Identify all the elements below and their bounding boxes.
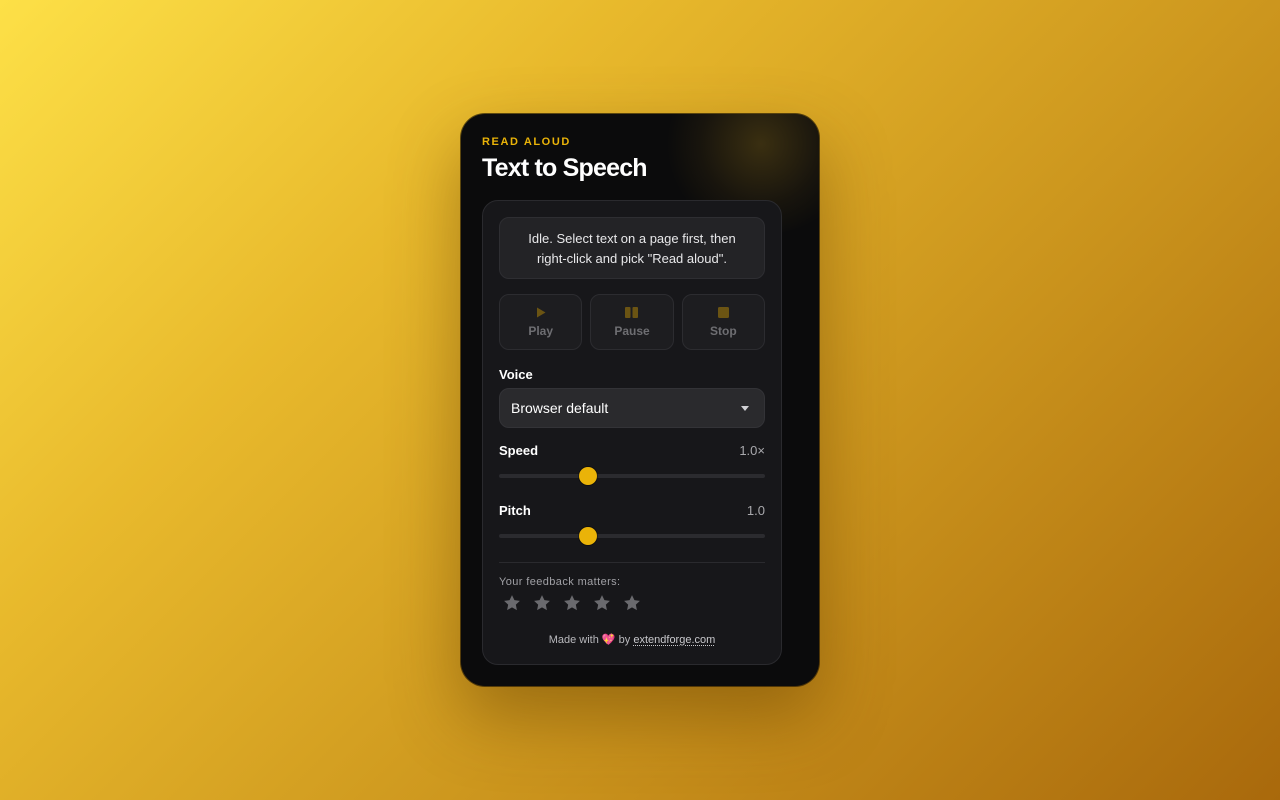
status-line-2: right-click and pick "Read aloud". [537,251,727,266]
footer-link[interactable]: extendforge.com [633,634,715,646]
pitch-value: 1.0 [746,503,765,518]
play-icon [536,307,546,319]
star-icon[interactable] [592,593,612,613]
chevron-down-icon [741,406,749,411]
play-button[interactable]: Play [499,294,583,350]
speed-slider-thumb[interactable] [578,467,597,485]
pitch-slider-thumb[interactable] [578,527,597,545]
speed-value: 1.0× [739,443,765,458]
star-icon[interactable] [532,593,552,613]
speed-slider-track [499,474,765,478]
stop-button[interactable]: Stop [681,294,765,350]
pause-icon [625,307,639,319]
status-message: Idle. Select text on a page first, then … [499,217,765,279]
pitch-slider-track [499,534,765,538]
extension-popup: READ ALOUD Text to Speech Idle. Select t… [461,114,819,686]
eyebrow-label: READ ALOUD [482,136,571,148]
feedback-label: Your feedback matters: [499,576,621,588]
pitch-label: Pitch [499,503,531,518]
star-icon[interactable] [622,593,642,613]
heart-icon: 💖 [601,634,616,646]
stop-icon [717,307,729,319]
voice-select[interactable]: Browser default [499,388,765,428]
section-divider [499,562,765,563]
footer-prefix: Made with [548,634,599,646]
footer-credit: Made with 💖 by extendforge.com [483,633,781,646]
pitch-slider[interactable] [499,527,765,545]
voice-label: Voice [499,367,533,382]
pause-label: Pause [614,323,650,338]
speed-label: Speed [499,443,539,458]
page-title: Text to Speech [482,154,648,182]
star-icon[interactable] [562,593,582,613]
pause-button[interactable]: Pause [590,294,674,350]
voice-selected-value: Browser default [511,400,609,416]
status-line-1: Idle. Select text on a page first, then [528,231,736,246]
star-rating [502,593,642,613]
main-panel: Idle. Select text on a page first, then … [482,200,782,665]
play-label: Play [528,323,553,338]
speed-slider[interactable] [499,467,765,485]
star-icon[interactable] [502,593,522,613]
playback-controls: Play Pause Stop [499,294,765,350]
stop-label: Stop [709,323,737,338]
footer-by: by [618,634,631,646]
